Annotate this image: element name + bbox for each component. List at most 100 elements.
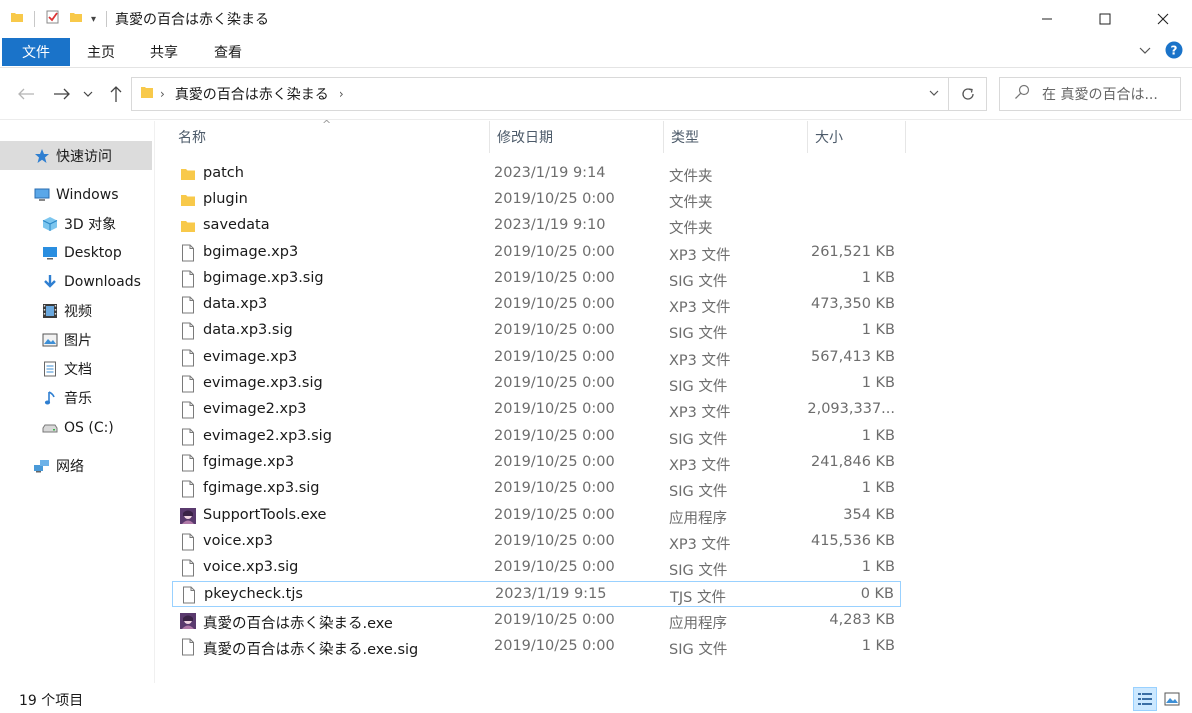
divider [106, 11, 108, 27]
back-button[interactable] [14, 82, 38, 106]
file-row[interactable]: plugin 2019/10/25 0:00 文件夹 [172, 187, 901, 213]
file-row[interactable]: SupportTools.exe 2019/10/25 0:00 应用程序 35… [172, 503, 901, 529]
file-row[interactable]: 真愛の百合は赤く染まる.exe.sig 2019/10/25 0:00 SIG … [172, 634, 901, 660]
file-type: XP3 文件 [669, 300, 731, 316]
file-row[interactable]: evimage.xp3 2019/10/25 0:00 XP3 文件 567,4… [172, 345, 901, 371]
file-name: bgimage.xp3.sig [203, 270, 324, 286]
file-icon [178, 427, 198, 447]
file-type: SIG 文件 [669, 379, 728, 395]
sidebar-item-desktop[interactable]: Desktop [0, 238, 152, 267]
file-row[interactable]: patch 2023/1/19 9:14 文件夹 [172, 161, 901, 187]
column-divider[interactable] [905, 121, 906, 153]
minimize-button[interactable] [1018, 0, 1076, 38]
file-size: 1 KB [861, 375, 895, 391]
file-row[interactable]: 真愛の百合は赤く染まる.exe 2019/10/25 0:00 应用程序 4,2… [172, 608, 901, 634]
file-type: XP3 文件 [669, 537, 731, 553]
search-input[interactable]: 在 真愛の百合は... [999, 77, 1181, 111]
sidebar-item-windows[interactable]: Windows [0, 180, 152, 209]
column-header-name[interactable]: 名称 [170, 121, 489, 153]
folder-icon [140, 84, 154, 104]
file-date: 2019/10/25 0:00 [494, 559, 615, 575]
file-name: fgimage.xp3.sig [203, 480, 320, 496]
file-name: data.xp3.sig [203, 322, 293, 338]
file-icon [178, 479, 198, 499]
file-size: 415,536 KB [810, 533, 895, 549]
breadcrumb-current-folder[interactable]: 真愛の百合は赤く染まる [175, 84, 329, 104]
file-date: 2019/10/25 0:00 [494, 638, 615, 654]
sidebar-item-3d-objects[interactable]: 3D 对象 [0, 209, 152, 238]
file-name: voice.xp3.sig [203, 559, 299, 575]
tab-view[interactable]: 查看 [196, 38, 260, 66]
file-row[interactable]: voice.xp3.sig 2019/10/25 0:00 SIG 文件 1 K… [172, 555, 901, 581]
tab-home[interactable]: 主页 [70, 38, 132, 66]
large-icons-view-button[interactable] [1160, 687, 1184, 711]
details-view-button[interactable] [1133, 687, 1157, 711]
file-name: 真愛の百合は赤く染まる.exe.sig [203, 642, 419, 658]
document-icon [40, 359, 60, 379]
refresh-button[interactable] [949, 77, 987, 111]
file-date: 2019/10/25 0:00 [494, 296, 615, 312]
file-row[interactable]: evimage2.xp3 2019/10/25 0:00 XP3 文件 2,09… [172, 397, 901, 423]
file-type: 应用程序 [669, 616, 727, 632]
navigation-bar: › 真愛の百合は赤く染まる › 在 真愛の百合は... [0, 68, 1192, 120]
expand-ribbon-icon[interactable] [1138, 43, 1152, 61]
new-folder-icon[interactable] [69, 10, 83, 28]
column-header-date[interactable]: 修改日期 [489, 121, 663, 153]
close-button[interactable] [1134, 0, 1192, 38]
chevron-right-icon[interactable]: › [160, 87, 165, 101]
sidebar-item-music[interactable]: 音乐 [0, 383, 152, 412]
file-row[interactable]: data.xp3 2019/10/25 0:00 XP3 文件 473,350 … [172, 292, 901, 318]
file-row[interactable]: evimage.xp3.sig 2019/10/25 0:00 SIG 文件 1… [172, 371, 901, 397]
file-row[interactable]: bgimage.xp3.sig 2019/10/25 0:00 SIG 文件 1… [172, 266, 901, 292]
address-bar[interactable]: › 真愛の百合は赤く染まる › [131, 77, 949, 111]
file-name: 真愛の百合は赤く染まる.exe [203, 616, 393, 632]
file-name: patch [203, 165, 244, 181]
sidebar-item-os-drive[interactable]: OS (C:) [0, 413, 152, 442]
file-row[interactable]: bgimage.xp3 2019/10/25 0:00 XP3 文件 261,5… [172, 240, 901, 266]
sidebar-item-documents[interactable]: 文档 [0, 354, 152, 383]
file-row[interactable]: data.xp3.sig 2019/10/25 0:00 SIG 文件 1 KB [172, 318, 901, 344]
large-icons-view-icon [1164, 692, 1180, 706]
tab-share[interactable]: 共享 [132, 38, 196, 66]
recent-locations-button[interactable] [80, 82, 96, 106]
file-row[interactable]: fgimage.xp3 2019/10/25 0:00 XP3 文件 241,8… [172, 450, 901, 476]
file-row-focused[interactable]: pkeycheck.tjs 2023/1/19 9:15 TJS 文件 0 KB [172, 581, 901, 607]
chevron-right-icon[interactable]: › [339, 87, 344, 101]
file-type: SIG 文件 [669, 642, 728, 658]
forward-button[interactable] [50, 82, 74, 106]
file-row[interactable]: savedata 2023/1/19 9:10 文件夹 [172, 213, 901, 239]
maximize-button[interactable] [1076, 0, 1134, 38]
file-row[interactable]: evimage2.xp3.sig 2019/10/25 0:00 SIG 文件 … [172, 424, 901, 450]
file-date: 2019/10/25 0:00 [494, 401, 615, 417]
up-button[interactable] [104, 82, 128, 106]
sidebar-item-quick-access[interactable]: 快速访问 [0, 141, 152, 170]
file-date: 2019/10/25 0:00 [494, 349, 615, 365]
file-icon [178, 374, 198, 394]
customize-toolbar-icon[interactable]: ▾ [91, 14, 96, 25]
file-row[interactable]: voice.xp3 2019/10/25 0:00 XP3 文件 415,536… [172, 529, 901, 555]
file-type: 文件夹 [669, 221, 713, 237]
column-header-size[interactable]: 大小 [807, 121, 905, 153]
file-type: XP3 文件 [669, 248, 731, 264]
details-view-icon [1138, 693, 1152, 705]
status-bar: 19 个项目 [0, 683, 1192, 713]
sidebar-item-network[interactable]: 网络 [0, 451, 152, 480]
file-size: 241,846 KB [810, 454, 895, 470]
file-type: XP3 文件 [669, 458, 731, 474]
file-date: 2019/10/25 0:00 [494, 428, 615, 444]
sidebar-item-videos[interactable]: 视频 [0, 296, 152, 325]
column-header-type[interactable]: 类型 [663, 121, 807, 153]
video-icon [40, 301, 60, 321]
file-date: 2019/10/25 0:00 [494, 533, 615, 549]
file-row[interactable]: fgimage.xp3.sig 2019/10/25 0:00 SIG 文件 1… [172, 476, 901, 502]
tab-file[interactable]: 文件 [2, 38, 70, 66]
address-dropdown-icon[interactable] [928, 87, 940, 102]
file-name: data.xp3 [203, 296, 268, 312]
sidebar-item-downloads[interactable]: Downloads [0, 267, 152, 296]
help-icon[interactable]: ? [1164, 40, 1184, 64]
file-name: voice.xp3 [203, 533, 273, 549]
sidebar-item-pictures[interactable]: 图片 [0, 325, 152, 354]
file-name: evimage2.xp3 [203, 401, 307, 417]
file-type: XP3 文件 [669, 405, 731, 421]
properties-icon[interactable] [45, 9, 61, 29]
